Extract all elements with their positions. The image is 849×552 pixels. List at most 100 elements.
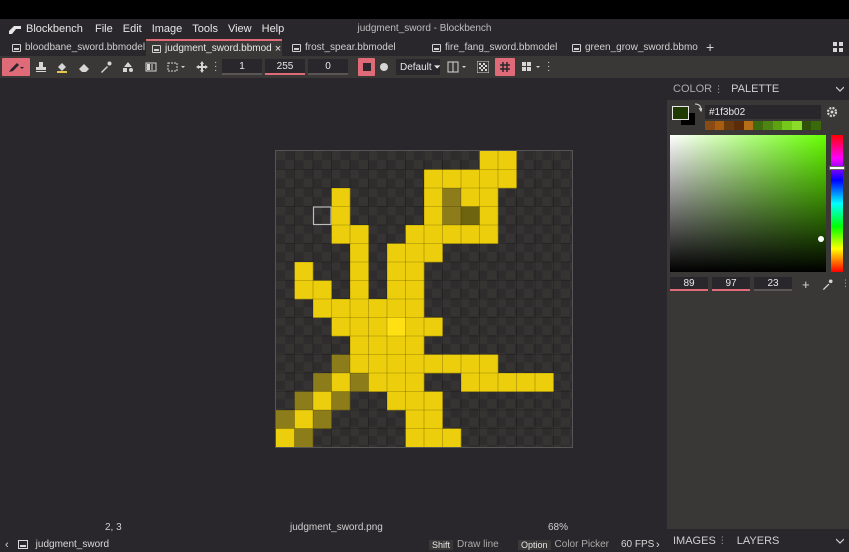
hue-input[interactable]: 89 [670,277,708,291]
tab-green-grow-sword[interactable]: green_grow_sword.bbmode [568,39,698,56]
recent-colors-row [705,121,822,130]
recent-color-swatch[interactable] [753,121,764,130]
panel-menu-icon[interactable]: ⋮ [718,535,727,546]
recent-color-swatch[interactable] [772,121,783,130]
texture-pixel [350,299,369,318]
eyedropper-icon[interactable] [822,279,833,290]
texture-pixel [331,299,351,318]
hex-color-input[interactable]: #1f3b02 [705,105,821,119]
square-brush-button[interactable] [358,58,375,76]
cursor-coordinates: 2, 3 [105,522,122,533]
texture-pixel [331,225,351,244]
texture-pixel [331,391,351,411]
tab-fire-fang-sword[interactable]: fire_fang_sword.bbmodel [428,39,568,56]
saturation-value-picker[interactable] [670,135,826,272]
pixel-grid-toggle-button[interactable] [495,58,515,76]
toolbar-more-icon[interactable]: · · · [214,58,217,76]
color-more-icon[interactable]: ⋮ [841,278,849,289]
texture-pixel [294,262,314,281]
texture-pixel [405,391,425,411]
sv-picker-handle[interactable] [818,236,824,242]
softness-input[interactable]: 0 [308,59,348,75]
texture-pixel [405,262,425,281]
texture-pixel [424,391,443,411]
gradient-tool-button[interactable] [144,58,158,76]
gear-icon[interactable] [826,106,838,118]
texture-pixel [405,354,425,374]
tab-judgment-sword[interactable]: judgment_sword.bbmod × [146,39,282,56]
mirror-painting-button[interactable] [446,58,470,76]
recent-color-swatch[interactable] [705,121,715,130]
tab-color[interactable]: COLOR [667,83,718,95]
checkerboard-icon [477,61,489,73]
primary-color-swatch[interactable] [672,106,689,120]
chevron-down-icon[interactable] [836,538,844,544]
recent-color-swatch[interactable] [763,121,773,130]
opacity-input[interactable]: 255 [265,59,305,75]
recent-color-swatch[interactable] [743,121,754,130]
value-input[interactable]: 23 [754,277,792,291]
menu-file[interactable]: File [90,23,118,35]
eraser-tool-button[interactable] [77,58,91,76]
recent-color-swatch[interactable] [714,121,725,130]
rectangle-select-icon [167,62,185,72]
saturation-input[interactable]: 97 [712,277,750,291]
apps-grid-icon[interactable] [833,42,843,52]
recent-color-swatch[interactable] [734,121,744,130]
hue-slider[interactable] [829,135,845,272]
texture-pixel [424,188,443,207]
brush-size-input[interactable]: 1 [222,59,262,75]
texture-pixel [313,280,332,300]
texture-pixel [405,373,425,392]
fill-tool-button[interactable] [55,58,69,76]
stamp-tool-button[interactable] [34,58,48,76]
shape-tool-button[interactable] [121,58,135,76]
canvas-status: 2, 3 judgment_sword.png 68% [0,518,667,537]
paint-toolbar: · · · 1 255 0 Default · · · [0,56,849,78]
texture-pixel [276,428,295,447]
menu-view[interactable]: View [223,23,257,35]
menu-image[interactable]: Image [147,23,188,35]
option-key: Option [518,539,551,550]
texture-canvas-area[interactable]: 2, 3 judgment_sword.png 68% [0,78,667,537]
texture-pixel [405,336,425,355]
texture-pixel [368,299,388,318]
close-icon[interactable]: × [275,43,281,55]
texture-pixel [331,317,351,337]
tab-images[interactable]: IMAGES [667,535,722,547]
checkerboard-toggle-button[interactable] [476,58,490,76]
color-picker-tool-button[interactable] [99,58,113,76]
chevron-right-icon[interactable]: › [656,539,660,551]
tab-palette[interactable]: PALETTE [723,83,785,95]
texture-pixel [387,373,406,392]
new-tab-plus-icon[interactable]: + [706,39,714,55]
image-file-icon [12,43,21,52]
menu-edit[interactable]: Edit [118,23,147,35]
toolbar-more-icon-2[interactable]: · · · [547,58,550,76]
color-panel-header: COLOR ⋮ PALETTE [667,78,849,100]
recent-color-swatch[interactable] [811,121,822,130]
hue-slider-handle[interactable] [829,166,845,170]
brush-tool-button[interactable] [2,58,30,76]
add-to-palette-plus-icon[interactable]: + [802,277,810,292]
round-brush-button[interactable] [377,58,391,76]
menu-tools[interactable]: Tools [187,23,223,35]
recent-color-swatch[interactable] [792,121,802,130]
blend-mode-select[interactable]: Default [396,59,440,75]
tab-frost-spear[interactable]: frost_spear.bbmodel [288,39,428,56]
recent-color-swatch[interactable] [724,121,735,130]
layout-view-button[interactable] [520,58,544,76]
chevron-down-icon[interactable] [836,86,844,92]
panel-menu-icon[interactable]: ⋮ [714,84,723,95]
tab-layers[interactable]: LAYERS [727,535,786,547]
texture-canvas[interactable] [275,150,573,448]
chevron-left-icon[interactable]: ‹ [5,539,9,551]
swap-colors-icon[interactable] [694,103,702,113]
texture-pixel [424,410,443,429]
menu-help[interactable]: Help [257,23,290,35]
tab-bloodbane-sword[interactable]: bloodbane_sword.bbmodel [8,39,148,56]
recent-color-swatch[interactable] [801,121,812,130]
move-tool-button[interactable] [195,58,209,76]
recent-color-swatch[interactable] [782,121,793,130]
selection-tool-button[interactable] [166,58,188,76]
